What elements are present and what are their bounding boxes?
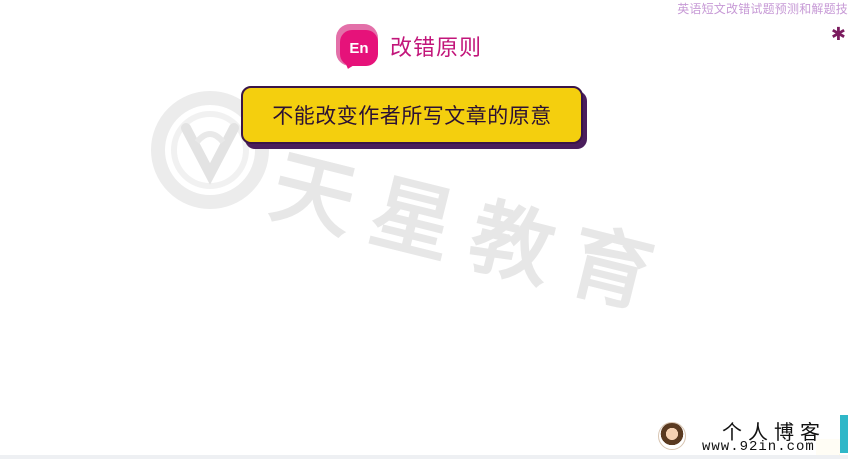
watermark-text: 天星教育 xyxy=(262,139,682,331)
blog-url[interactable]: www.92in.com xyxy=(702,439,815,455)
bottom-strip xyxy=(0,455,848,459)
principle-card: 不能改变作者所写文章的原意 xyxy=(241,86,583,144)
section-header: En 改错原则 xyxy=(336,24,483,71)
principle-text: 不能改变作者所写文章的原意 xyxy=(272,104,552,128)
top-right-title: 英语短文改错试题预测和解题技 xyxy=(677,2,848,16)
avatar-icon xyxy=(658,422,686,450)
speech-bubble-icon: En xyxy=(336,24,380,71)
corner-accent-bar xyxy=(840,415,848,453)
asterisk-icon: ✱ xyxy=(830,24,846,45)
page-title: 改错原则 xyxy=(390,36,483,61)
blog-badge[interactable]: 个人博客 www.92in.com xyxy=(650,412,840,458)
slide-page: 英语短文改错试题预测和解题技 ✱ 天星教育 En 改错原则 不能改变作者所写文章… xyxy=(0,0,848,459)
badge-text: En xyxy=(349,39,369,57)
